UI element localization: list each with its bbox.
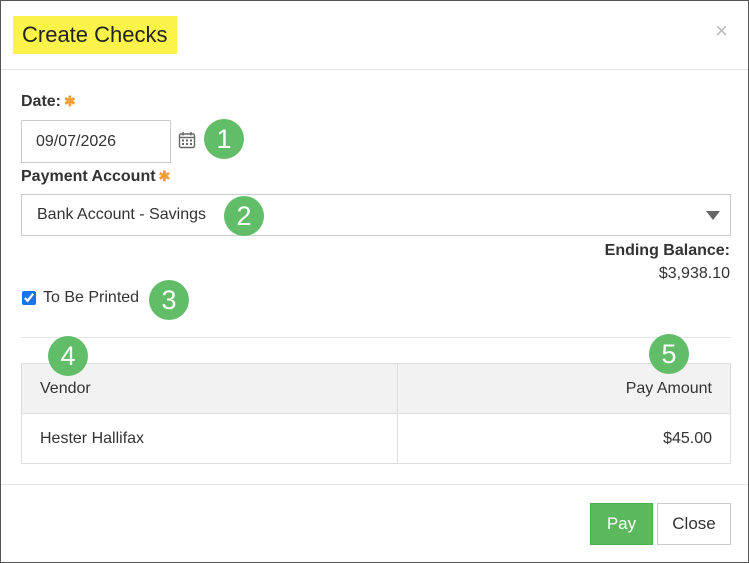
column-header-pay-amount[interactable]: Pay Amount <box>397 363 731 414</box>
ending-balance-label: Ending Balance: <box>604 242 730 259</box>
payment-account-label: Payment Account <box>21 168 156 185</box>
caret-down-icon <box>706 211 720 220</box>
vendor-payments-table: Vendor Pay Amount Hester Hallifax $45.00 <box>21 363 731 464</box>
to-be-printed-label[interactable]: To Be Printed <box>43 289 139 307</box>
callout-badge-5: 5 <box>649 334 689 374</box>
payment-account-label-group: Payment Account ✱ <box>21 168 170 186</box>
create-checks-dialog: Create Checks × Date:✱ 1 Payment Account… <box>0 0 749 563</box>
callout-badge-2: 2 <box>224 196 264 236</box>
dialog-header: Create Checks × <box>1 1 748 70</box>
required-icon: ✱ <box>158 168 171 184</box>
required-icon: ✱ <box>64 93 76 109</box>
payment-account-select[interactable]: Bank Account - Savings <box>21 194 731 236</box>
date-input[interactable] <box>21 120 171 163</box>
close-icon[interactable]: × <box>715 20 728 42</box>
to-be-printed-checkbox[interactable] <box>22 291 36 305</box>
callout-badge-3: 3 <box>149 280 189 320</box>
ending-balance-value: $3,938.10 <box>658 265 730 282</box>
date-label-group: Date: ✱ <box>21 93 76 111</box>
date-label: Date: <box>21 93 62 110</box>
calendar-icon[interactable] <box>178 131 196 149</box>
vendor-cell: Hester Hallifax <box>21 413 398 464</box>
pay-amount-cell[interactable]: $45.00 <box>397 413 731 464</box>
close-button[interactable]: Close <box>657 503 731 545</box>
callout-badge-1: 1 <box>204 119 244 159</box>
callout-badge-4: 4 <box>48 336 88 376</box>
table-row[interactable]: Hester Hallifax $45.00 <box>21 413 731 464</box>
pay-button[interactable]: Pay <box>590 503 653 545</box>
section-divider <box>21 337 731 338</box>
footer-divider <box>1 484 748 485</box>
table-header-row: Vendor Pay Amount <box>21 363 731 414</box>
dialog-title: Create Checks <box>13 16 177 54</box>
payment-account-value: Bank Account - Savings <box>37 206 206 223</box>
